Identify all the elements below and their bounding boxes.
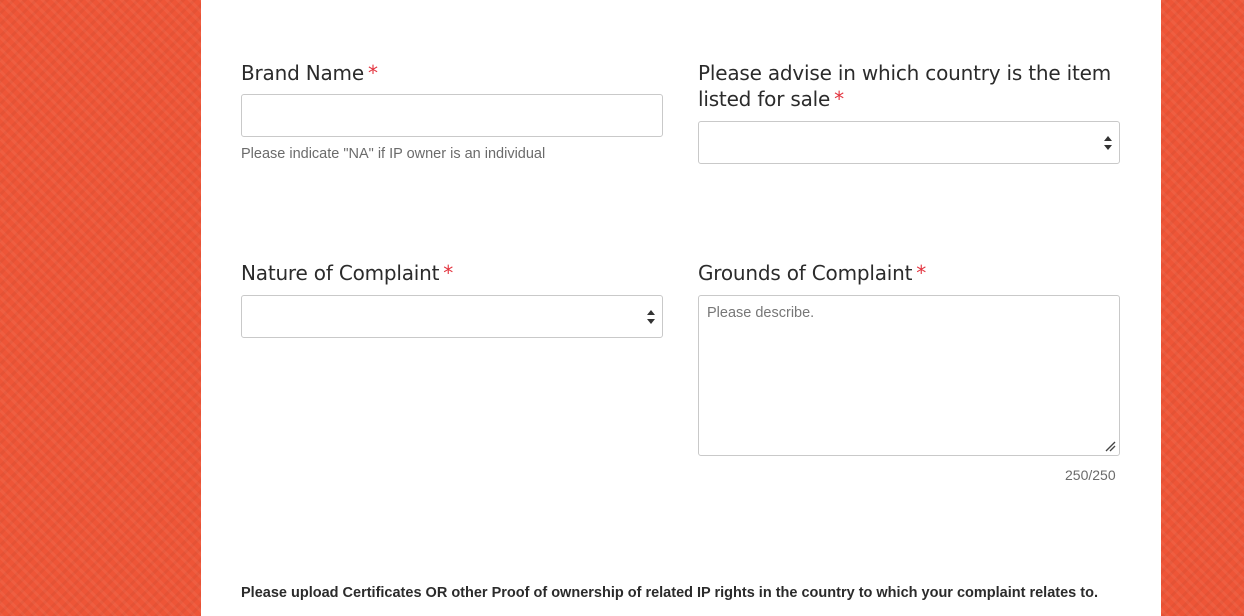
brand-name-field: Brand Name * Please indicate "NA" if IP o…: [241, 60, 663, 162]
nature-of-complaint-field: Nature of Complaint *: [241, 260, 663, 338]
country-label-text: Please advise in which country is the it…: [698, 61, 1112, 111]
grounds-of-complaint-label-text: Grounds of Complaint: [698, 261, 913, 285]
grounds-of-complaint-label: Grounds of Complaint *: [698, 260, 1120, 286]
country-label: Please advise in which country is the it…: [698, 60, 1120, 112]
nature-of-complaint-label-text: Nature of Complaint: [241, 261, 440, 285]
character-counter: 250/250: [1065, 467, 1116, 483]
grounds-placeholder: Please describe.: [707, 305, 815, 321]
brand-name-hint: Please indicate "NA" if IP owner is an i…: [241, 146, 546, 162]
select-arrows-icon: [647, 310, 655, 324]
required-marker: *: [916, 261, 927, 285]
brand-name-label-text: Brand Name: [241, 61, 364, 85]
required-marker: *: [443, 261, 454, 285]
required-marker: *: [367, 61, 378, 85]
upload-instructions: Please upload Certificates OR other Proo…: [241, 585, 1098, 601]
form-panel: Brand Name * Please indicate "NA" if IP o…: [201, 0, 1161, 616]
nature-of-complaint-label: Nature of Complaint *: [241, 260, 663, 286]
required-marker: *: [834, 87, 844, 111]
country-field: Please advise in which country is the it…: [698, 60, 1120, 164]
grounds-of-complaint-textarea[interactable]: Please describe.: [698, 295, 1120, 456]
grounds-of-complaint-field: Grounds of Complaint * Please describe.: [698, 260, 1120, 456]
resize-grip-icon[interactable]: [1104, 440, 1116, 452]
nature-of-complaint-select[interactable]: [241, 295, 663, 338]
select-arrows-icon: [1104, 136, 1112, 150]
country-select[interactable]: [698, 121, 1120, 164]
brand-name-input[interactable]: [241, 94, 663, 137]
brand-name-label: Brand Name *: [241, 60, 663, 86]
